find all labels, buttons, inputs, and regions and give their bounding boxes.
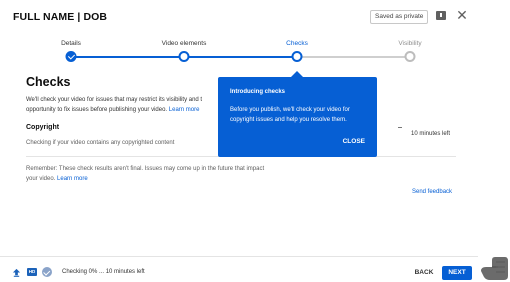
learn-more-link[interactable]: Learn more [169, 107, 200, 113]
tooltip-close-button[interactable]: CLOSE [343, 138, 365, 145]
upload-icon [12, 268, 21, 277]
footer-status-text: Checking 0% ... 10 minutes left [62, 269, 145, 275]
introducing-checks-tooltip: Introducing checks Before you publish, w… [218, 71, 377, 157]
checks-description: We'll check your video for issues that m… [26, 96, 231, 115]
hd-icon: HD [27, 268, 37, 276]
step-label-checks[interactable]: Checks [286, 40, 308, 47]
feedback-flag-icon[interactable] [436, 11, 446, 20]
step-video-elements-dot[interactable] [178, 51, 190, 62]
dialog-footer: HD Checking 0% ... 10 minutes left BACK … [0, 256, 478, 282]
step-label-visibility[interactable]: Visibility [398, 40, 421, 47]
video-title: FULL NAME | DOB [13, 11, 108, 23]
saved-status-badge: Saved as private [370, 10, 429, 24]
stepper-line-remaining [297, 56, 410, 58]
back-button[interactable]: BACK [410, 266, 438, 280]
time-left-text: 10 minutes left [411, 131, 451, 137]
step-details-check-icon[interactable] [65, 51, 77, 62]
send-feedback-link[interactable]: Send feedback [412, 189, 452, 195]
hand-cursor-icon [481, 257, 508, 280]
step-label-video-elements[interactable]: Video elements [162, 40, 207, 47]
step-checks-dot[interactable] [291, 51, 303, 62]
remember-note: Remember: These check results aren't fin… [26, 165, 276, 184]
upload-dialog: FULL NAME | DOB Saved as private ✕ Detai… [0, 0, 478, 282]
step-visibility-dot[interactable] [404, 51, 416, 62]
copyright-heading: Copyright [26, 124, 60, 131]
step-label-details[interactable]: Details [61, 40, 81, 47]
tooltip-body: Before you publish, we'll check your vid… [230, 107, 350, 123]
close-icon[interactable]: ✕ [455, 8, 469, 22]
copyright-status-text: Checking if your video contains any copy… [26, 140, 175, 146]
next-button[interactable]: NEXT [442, 266, 472, 280]
checks-desc-line1: We'll check your video for issues that m… [26, 97, 203, 103]
page-title: Checks [26, 75, 71, 89]
dialog-header: FULL NAME | DOB Saved as private ✕ [0, 0, 478, 34]
tooltip-title: Introducing checks [230, 89, 286, 95]
checks-desc-line2: opportunity to fix issues before publish… [26, 106, 168, 113]
remember-learn-more-link[interactable]: Learn more [57, 176, 88, 182]
progress-spinner-icon [398, 127, 402, 129]
progress-stepper: Details Video elements Checks Visibility [0, 36, 478, 66]
checks-progress-icon [42, 267, 52, 277]
